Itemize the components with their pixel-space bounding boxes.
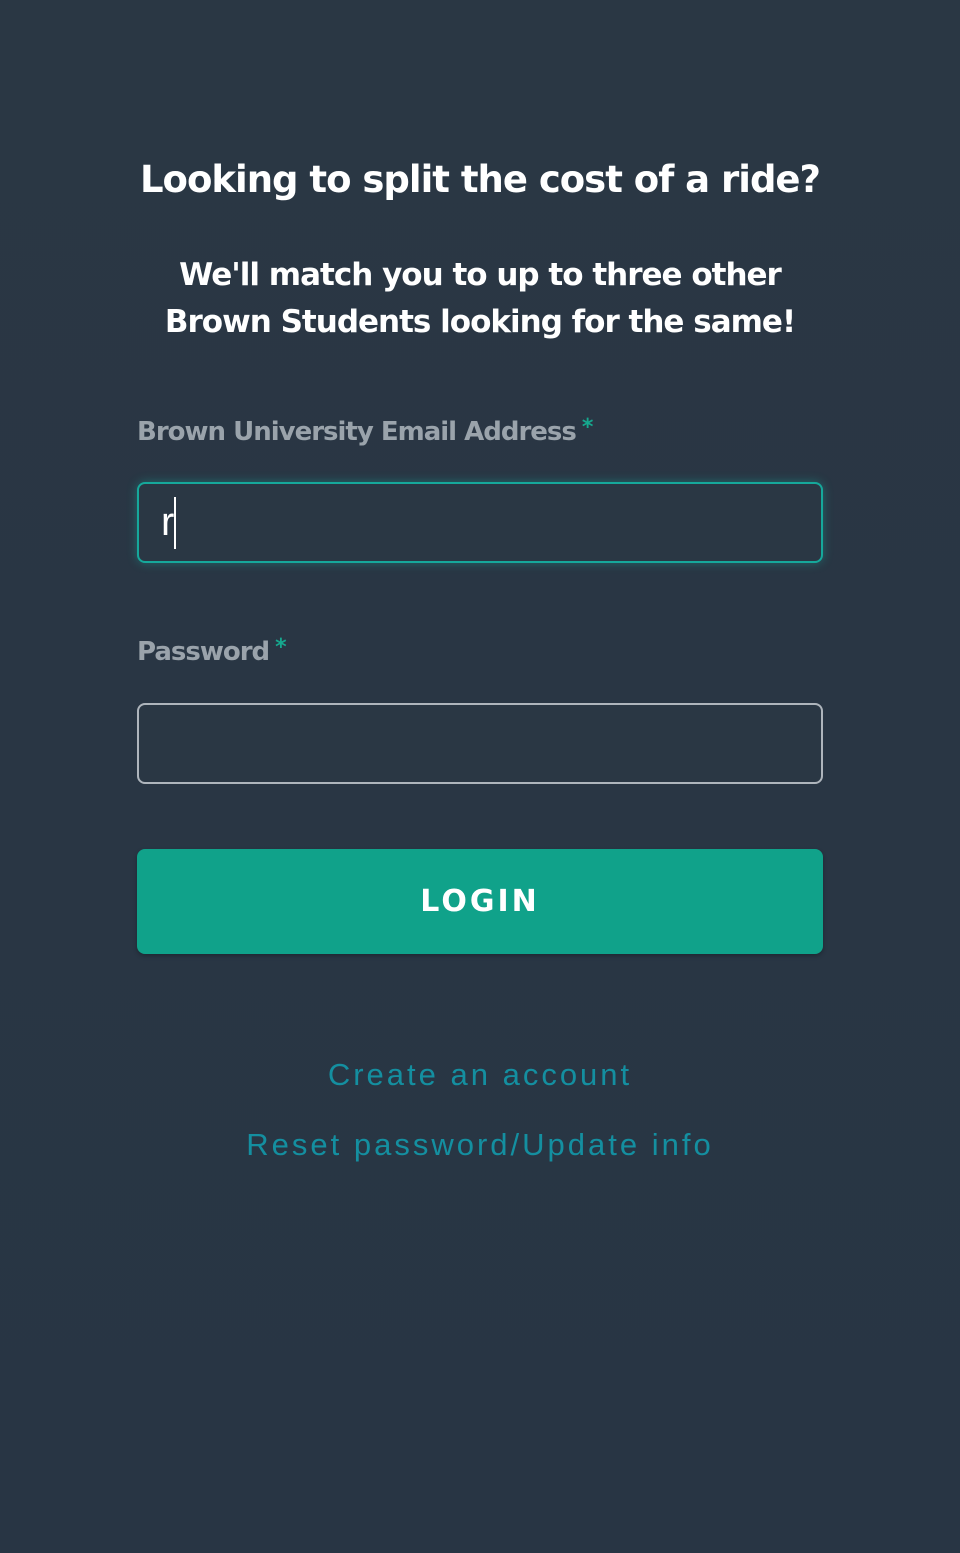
password-label: Password * [137, 631, 287, 669]
password-field[interactable] [137, 703, 823, 784]
page-subtitle: We'll match you to up to three other Bro… [164, 257, 796, 340]
login-page: Looking to split the cost of a ride? We'… [0, 0, 960, 1553]
text-caret [174, 497, 176, 549]
password-required-marker: * [275, 635, 286, 660]
create-account-link-row: Create an account [0, 1055, 960, 1095]
reset-password-link[interactable]: Reset password/Update info [246, 1127, 713, 1162]
password-label-text: Password [137, 637, 270, 667]
page-title: Looking to split the cost of a ride? [139, 158, 821, 201]
reset-password-link-row: Reset password/Update info [0, 1125, 960, 1165]
email-label-text: Brown University Email Address [137, 417, 577, 447]
email-field[interactable] [137, 482, 823, 563]
create-account-link[interactable]: Create an account [328, 1057, 632, 1092]
email-label: Brown University Email Address * [137, 411, 593, 449]
login-button[interactable]: LOGIN [137, 849, 823, 954]
email-required-marker: * [581, 415, 593, 440]
